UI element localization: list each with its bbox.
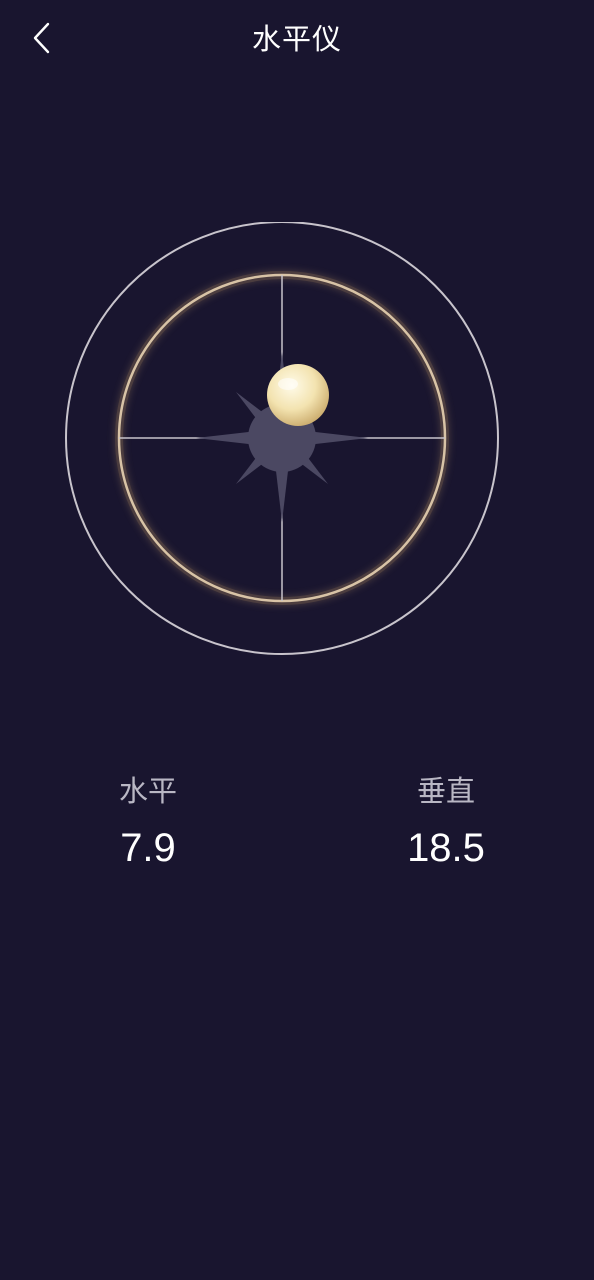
bubble-level-gauge	[64, 222, 500, 658]
page-title: 水平仪	[251, 22, 342, 56]
level-bubble	[267, 364, 329, 426]
bubble-highlight	[278, 378, 298, 390]
horizontal-value: 7.9	[120, 826, 176, 870]
horizontal-label: 水平	[118, 774, 177, 808]
horizontal-reading: 水平 7.9	[48, 770, 248, 872]
vertical-reading: 垂直 18.5	[346, 770, 546, 872]
level-gauge-graphic	[65, 222, 499, 655]
top-bar: 水平仪	[0, 0, 594, 78]
tilt-readings: 水平 7.9 垂直 18.5	[0, 770, 594, 880]
vertical-label: 垂直	[416, 774, 475, 808]
vertical-value: 18.5	[407, 826, 485, 870]
